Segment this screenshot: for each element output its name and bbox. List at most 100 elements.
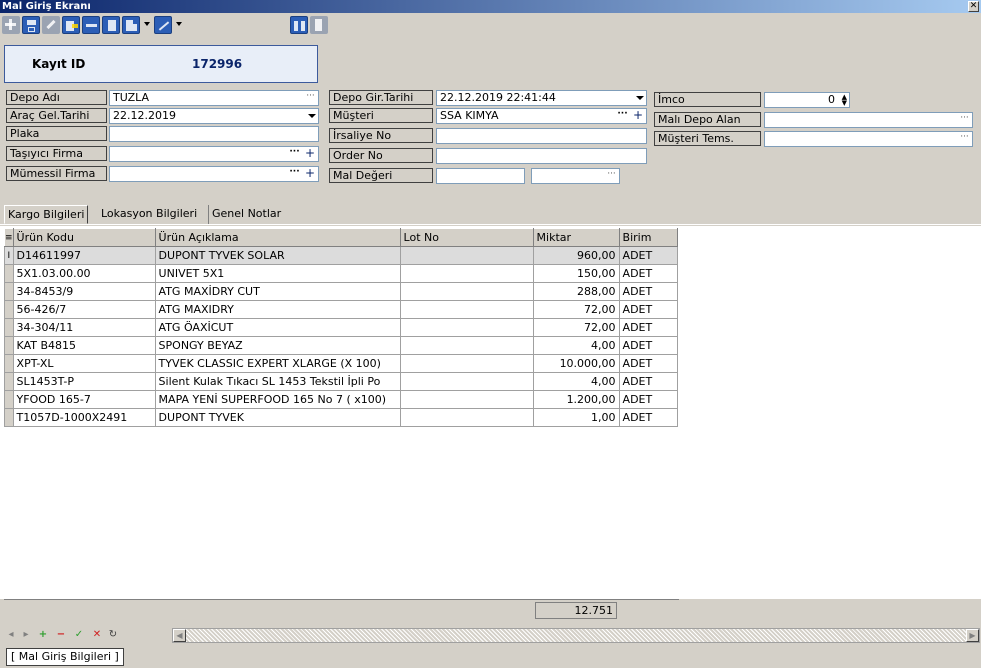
row-indicator[interactable]: [4, 264, 14, 283]
row-indicator[interactable]: I: [4, 246, 14, 265]
close-button[interactable]: ✕: [968, 1, 979, 12]
cell-lot-no[interactable]: [399, 246, 534, 265]
cell-urun-aciklama[interactable]: ATG MAXİDRY CUT: [154, 282, 401, 301]
status-tab-mal-giris-bilgileri[interactable]: [ Mal Giriş Bilgileri ]: [6, 648, 124, 666]
column-chooser-icon[interactable]: ≡: [4, 228, 14, 247]
cell-urun-aciklama[interactable]: MAPA YENİ SUPERFOOD 165 No 7 ( x100): [154, 390, 401, 409]
column-header-urun-aciklama[interactable]: Ürün Açıklama: [154, 228, 401, 247]
imco-field[interactable]: 0 ▲ ▼: [764, 92, 850, 108]
order-no-field[interactable]: [436, 148, 647, 164]
cell-miktar[interactable]: 1,00: [532, 408, 620, 427]
document-icon[interactable]: [102, 16, 120, 34]
depo-adi-ellipsis-icon[interactable]: ···: [305, 92, 316, 104]
scroll-left-icon[interactable]: ◀: [173, 629, 186, 642]
nav-delete-icon[interactable]: −: [56, 629, 66, 641]
cell-miktar[interactable]: 72,00: [532, 300, 620, 319]
tasiyici-firma-ellipsis-icon[interactable]: ···: [289, 148, 300, 160]
depo-adi-field[interactable]: TUZLA ···: [109, 90, 319, 106]
cell-lot-no[interactable]: [399, 354, 534, 373]
mumessil-firma-ellipsis-icon[interactable]: ···: [289, 168, 300, 180]
mumessil-firma-add-icon[interactable]: +: [304, 167, 316, 181]
row-indicator[interactable]: [4, 390, 14, 409]
table-row[interactable]: SL1453T-P Silent Kulak Tıkacı SL 1453 Tek…: [4, 372, 678, 391]
cell-urun-kodu[interactable]: 5X1.03.00.00: [12, 264, 156, 283]
row-indicator[interactable]: [4, 336, 14, 355]
cell-miktar[interactable]: 1.200,00: [532, 390, 620, 409]
cell-urun-kodu[interactable]: T1057D-1000X2491: [12, 408, 156, 427]
cell-urun-kodu[interactable]: 56-426/7: [12, 300, 156, 319]
report-icon[interactable]: [122, 16, 140, 34]
row-indicator[interactable]: [4, 282, 14, 301]
depo-gir-tarihi-dropdown-icon[interactable]: [636, 96, 644, 100]
row-indicator[interactable]: [4, 354, 14, 373]
cell-lot-no[interactable]: [399, 282, 534, 301]
table-row[interactable]: 5X1.03.00.00 UNIVET 5X1 150,00 ADET: [4, 264, 678, 283]
table-row[interactable]: 56-426/7 ATG MAXIDRY 72,00 ADET: [4, 300, 678, 319]
cell-urun-kodu[interactable]: XPT-XL: [12, 354, 156, 373]
cell-birim[interactable]: ADET: [618, 336, 678, 355]
tasiyici-firma-add-icon[interactable]: +: [304, 147, 316, 161]
cell-urun-aciklama[interactable]: Silent Kulak Tıkacı SL 1453 Tekstil İpli…: [154, 372, 401, 391]
cell-lot-no[interactable]: [399, 372, 534, 391]
cell-urun-aciklama[interactable]: UNIVET 5X1: [154, 264, 401, 283]
column-header-miktar[interactable]: Miktar: [532, 228, 620, 247]
cell-urun-aciklama[interactable]: DUPONT TYVEK SOLAR: [154, 246, 401, 265]
binoculars-icon[interactable]: [290, 16, 308, 34]
table-row[interactable]: 34-8453/9 ATG MAXİDRY CUT 288,00 ADET: [4, 282, 678, 301]
musteri-add-icon[interactable]: +: [632, 109, 644, 123]
cell-birim[interactable]: ADET: [618, 246, 678, 265]
row-indicator[interactable]: [4, 372, 14, 391]
arac-gel-tarihi-field[interactable]: 22.12.2019: [109, 108, 319, 124]
cell-urun-aciklama[interactable]: SPONGY BEYAZ: [154, 336, 401, 355]
cell-miktar[interactable]: 960,00: [532, 246, 620, 265]
cell-urun-kodu[interactable]: KAT B4815: [12, 336, 156, 355]
cell-miktar[interactable]: 4,00: [532, 372, 620, 391]
cell-urun-aciklama[interactable]: DUPONT TYVEK: [154, 408, 401, 427]
nav-next-icon[interactable]: ▸: [21, 629, 31, 641]
cell-miktar[interactable]: 4,00: [532, 336, 620, 355]
tasiyici-firma-field[interactable]: ··· +: [109, 146, 319, 162]
row-indicator[interactable]: [4, 318, 14, 337]
tab-lokasyon-bilgileri[interactable]: Lokasyon Bilgileri: [98, 205, 200, 224]
table-row[interactable]: KAT B4815 SPONGY BEYAZ 4,00 ADET: [4, 336, 678, 355]
nav-insert-icon[interactable]: +: [38, 629, 48, 641]
scroll-right-icon[interactable]: ▶: [966, 629, 979, 642]
nav-refresh-icon[interactable]: ↻: [108, 629, 118, 641]
cell-urun-kodu[interactable]: YFOOD 165-7: [12, 390, 156, 409]
table-row[interactable]: XPT-XL TYVEK CLASSIC EXPERT XLARGE (X 100…: [4, 354, 678, 373]
cell-lot-no[interactable]: [399, 336, 534, 355]
table-row[interactable]: T1057D-1000X2491 DUPONT TYVEK 1,00 ADET: [4, 408, 678, 427]
cell-miktar[interactable]: 10.000,00: [532, 354, 620, 373]
report-dropdown-arrow[interactable]: [144, 22, 150, 26]
save-icon[interactable]: [22, 16, 40, 34]
row-indicator[interactable]: [4, 408, 14, 427]
add-icon[interactable]: [2, 16, 20, 34]
plaka-field[interactable]: [109, 126, 319, 142]
cell-lot-no[interactable]: [399, 390, 534, 409]
cell-lot-no[interactable]: [399, 408, 534, 427]
cell-birim[interactable]: ADET: [618, 282, 678, 301]
cell-birim[interactable]: ADET: [618, 318, 678, 337]
nav-cancel-icon[interactable]: ✕: [92, 629, 102, 641]
musteri-tems-ellipsis-icon[interactable]: ···: [959, 133, 970, 145]
nav-post-icon[interactable]: ✓: [74, 629, 84, 641]
mal-degeri-currency-field[interactable]: ···: [531, 168, 620, 184]
horizontal-scrollbar[interactable]: ◀ ▶: [172, 628, 980, 643]
tab-genel-notlar[interactable]: Genel Notlar: [208, 205, 284, 224]
cell-birim[interactable]: ADET: [618, 390, 678, 409]
musteri-field[interactable]: SSA KIMYA ··· +: [436, 108, 647, 124]
cell-miktar[interactable]: 150,00: [532, 264, 620, 283]
cell-urun-aciklama[interactable]: ATG MAXIDRY: [154, 300, 401, 319]
nav-prior-icon[interactable]: ◂: [6, 629, 16, 641]
cell-miktar[interactable]: 72,00: [532, 318, 620, 337]
imco-spinner-icon[interactable]: ▲ ▼: [838, 94, 847, 107]
depo-gir-tarihi-field[interactable]: 22.12.2019 22:41:44: [436, 90, 647, 106]
cell-birim[interactable]: ADET: [618, 408, 678, 427]
mumessil-firma-field[interactable]: ··· +: [109, 166, 319, 182]
cell-urun-kodu[interactable]: SL1453T-P: [12, 372, 156, 391]
table-row[interactable]: 34-304/11 ATG ÖAXİCUT 72,00 ADET: [4, 318, 678, 337]
row-indicator[interactable]: [4, 300, 14, 319]
cell-urun-kodu[interactable]: 34-304/11: [12, 318, 156, 337]
cell-birim[interactable]: ADET: [618, 372, 678, 391]
cell-birim[interactable]: ADET: [618, 300, 678, 319]
